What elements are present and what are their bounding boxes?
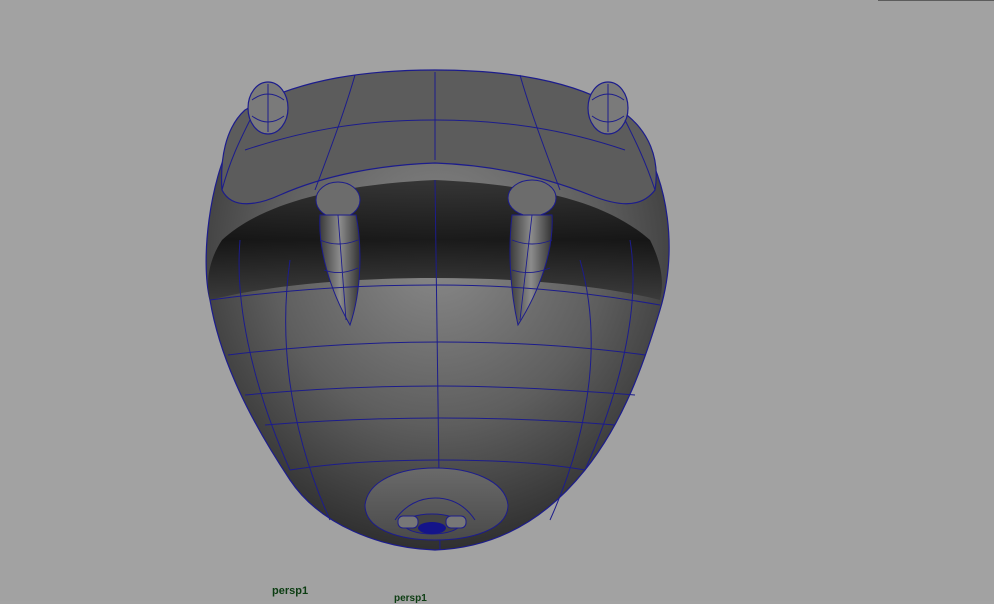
perspective-viewport[interactable]: persp1 persp1 bbox=[0, 0, 994, 604]
chin-detail bbox=[364, 467, 509, 541]
camera-label-ghost: persp1 bbox=[394, 593, 427, 604]
snake-head-model-icon[interactable] bbox=[0, 0, 994, 601]
camera-label[interactable]: persp1 bbox=[272, 586, 308, 597]
